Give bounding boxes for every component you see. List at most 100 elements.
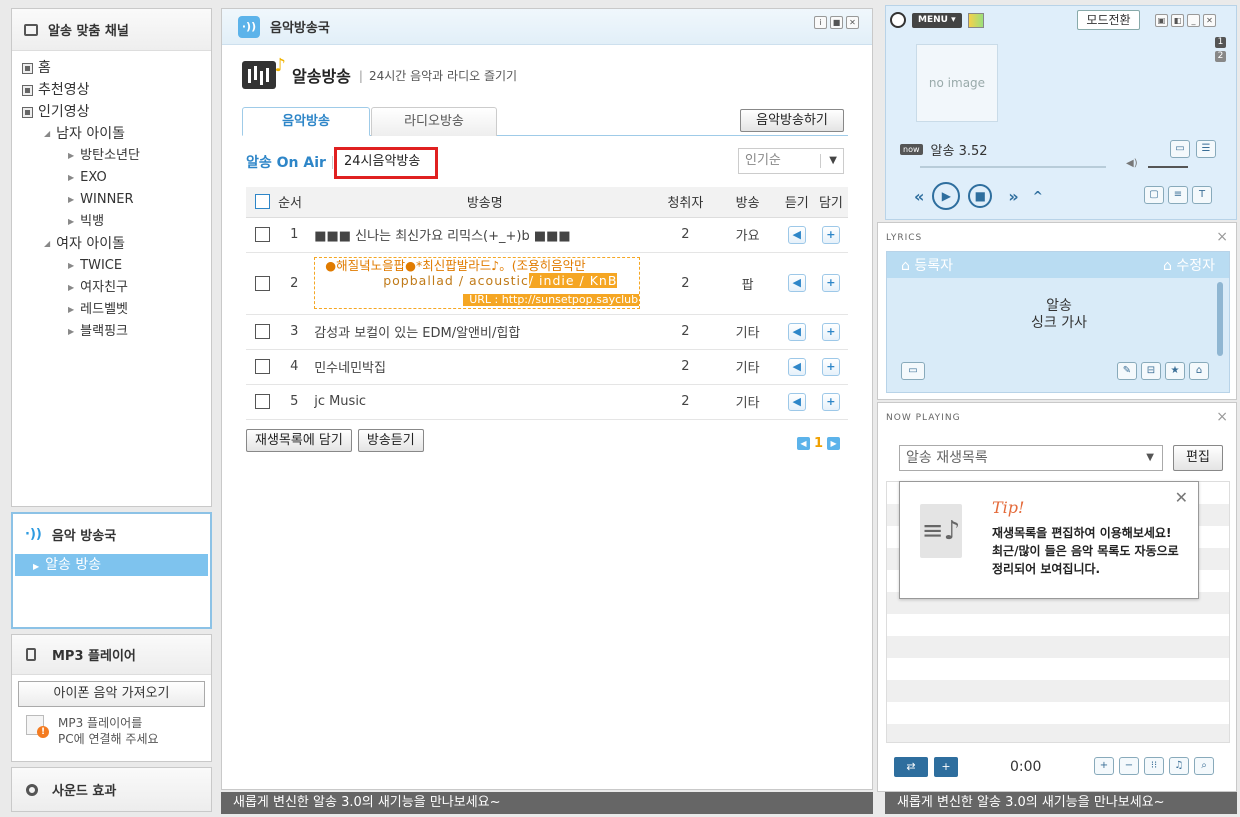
close-icon[interactable]: × xyxy=(1216,409,1228,425)
stop-icon[interactable]: ■ xyxy=(968,184,993,208)
row-checkbox[interactable] xyxy=(254,275,270,291)
tree-item-twice[interactable]: ▶ TWICE xyxy=(22,255,211,277)
speaker-icon[interactable]: ◀ xyxy=(787,322,806,341)
tree-item-bts[interactable]: ▶ 방탄소년단 xyxy=(22,145,211,167)
plus-icon[interactable]: + xyxy=(821,357,840,376)
onair-channel[interactable]: 24시음악방송 xyxy=(334,147,438,179)
center-footer-banner[interactable]: 새롭게 변신한 알송 3.0의 새기능을 만나보세요~ xyxy=(221,792,873,814)
tree-item-redvelvet[interactable]: ▶ 레드벨벳 xyxy=(22,299,211,321)
tree-label: EXO xyxy=(80,170,107,185)
play-icon[interactable]: ▶ xyxy=(932,182,961,210)
tree-item-exo[interactable]: ▶ EXO xyxy=(22,167,211,189)
sort-icon[interactable]: ♫ xyxy=(1169,757,1189,775)
add-to-playlist-button[interactable]: 재생목록에 담기 xyxy=(246,429,352,452)
row-name[interactable]: 감성과 보컬이 있는 EDM/알앤비/힙합 xyxy=(314,314,656,350)
text-icon[interactable]: T xyxy=(1192,186,1212,204)
window-title: 음악방송국 xyxy=(270,21,330,36)
user-icon[interactable]: ⌂ xyxy=(1189,362,1209,380)
lyrics-scrollbar[interactable] xyxy=(1217,282,1223,356)
star-icon[interactable]: ★ xyxy=(1165,362,1185,380)
speaker-icon[interactable]: ◀ xyxy=(787,274,806,292)
row-name[interactable]: 민수네민박집 xyxy=(314,349,656,385)
prev-page-icon[interactable]: ◀ xyxy=(797,437,810,450)
page-title-row: 알송방송 | 24시간 음악과 라디오 즐기기 xyxy=(242,55,517,89)
add-folder-icon[interactable]: + xyxy=(934,757,958,777)
layout-icon[interactable]: ◧ xyxy=(1171,14,1184,27)
info-icon[interactable]: i xyxy=(814,16,827,29)
volume-slider[interactable] xyxy=(1148,166,1188,168)
close-icon[interactable]: × xyxy=(1216,229,1228,245)
speaker-icon[interactable]: ◀ xyxy=(787,392,806,411)
row-checkbox[interactable] xyxy=(254,227,270,242)
speaker-icon[interactable]: ◀ xyxy=(787,357,806,376)
lyrics-window-icon[interactable]: ▭ xyxy=(901,362,925,380)
minimize-icon[interactable]: _ xyxy=(1187,14,1200,27)
next-page-icon[interactable]: ▶ xyxy=(827,437,841,450)
mini-mode-icon[interactable]: ▣ xyxy=(1155,14,1168,27)
search-icon[interactable]: ⌕ xyxy=(1194,757,1214,775)
mode-switch-button[interactable]: 모드전환 xyxy=(1077,10,1140,30)
current-page[interactable]: 1 xyxy=(814,436,823,451)
row-name-promo[interactable]: ●해질녘노을팝●*최신팝발라드♪。(조용히음악만 popballad / aco… xyxy=(314,252,656,315)
usb-transfer-icon[interactable]: ⇄ xyxy=(894,757,928,777)
prev-icon[interactable]: « xyxy=(914,187,924,206)
seek-bar[interactable] xyxy=(920,166,1106,168)
promo-banner[interactable]: ●해질녘노을팝●*최신팝발라드♪。(조용히음악만 popballad / aco… xyxy=(314,257,641,309)
grid-icon[interactable]: ⁝⁝ xyxy=(1144,757,1164,775)
select-all-checkbox[interactable] xyxy=(254,194,270,210)
tab-radio-broadcast[interactable]: 라디오방송 xyxy=(371,107,497,136)
radio-item-alsong[interactable]: ▶ 알송 방송 xyxy=(15,554,208,576)
close-icon[interactable]: ✕ xyxy=(1175,488,1188,507)
arrow-icon: ▶ xyxy=(68,305,75,314)
radio-header[interactable]: ·)) 음악 방송국 xyxy=(13,514,210,554)
chevron-down-icon: ▼ xyxy=(829,155,837,166)
speaker-icon[interactable]: ◀ xyxy=(787,225,806,244)
tree-item-blackpink[interactable]: ▶ 블랙핑크 xyxy=(22,321,211,343)
edit-icon[interactable]: ✎ xyxy=(1117,362,1137,380)
tree-item-winner[interactable]: ▶ WINNER xyxy=(22,189,211,211)
list-icon[interactable]: ≡ xyxy=(1168,186,1188,204)
tv-icon[interactable]: ▢ xyxy=(1144,186,1164,204)
minimize-icon[interactable]: ■ xyxy=(830,16,843,29)
tree-item-popular[interactable]: 인기영상 xyxy=(22,101,211,123)
eject-icon[interactable]: ^ xyxy=(1033,189,1043,203)
start-broadcast-button[interactable]: 음악방송하기 xyxy=(740,109,844,132)
skin-icon[interactable] xyxy=(967,12,984,28)
row-name[interactable]: jc Music xyxy=(314,384,656,420)
sort-select[interactable]: 인기순 ▼ xyxy=(738,148,844,174)
tab-music-broadcast[interactable]: 음악방송 xyxy=(242,107,370,136)
tree-item-bigbang[interactable]: ▶ 빅뱅 xyxy=(22,211,211,233)
plus-icon[interactable]: + xyxy=(821,322,840,341)
row-checkbox[interactable] xyxy=(254,394,270,409)
now-playing-panel: NOW PLAYING × 알송 재생목록 ▼ 편집 ≡♪ Tip! 재생목록을… xyxy=(877,402,1237,792)
next-icon[interactable]: » xyxy=(1008,187,1018,206)
row-name[interactable]: ■■■ 신나는 최신가요 리믹스(+_+)b ■■■ xyxy=(314,217,656,253)
listen-broadcast-button[interactable]: 방송듣기 xyxy=(357,429,424,452)
tree-item-recommended[interactable]: 추천영상 xyxy=(22,79,211,101)
equalizer-icon[interactable]: ▭ xyxy=(1170,140,1190,158)
plus-icon[interactable]: + xyxy=(1094,757,1114,775)
row-checkbox[interactable] xyxy=(254,324,270,339)
save-icon[interactable]: ⊟ xyxy=(1141,362,1161,380)
page-1-indicator[interactable]: 1 xyxy=(1215,37,1226,48)
menu-button[interactable]: MENU ▾ xyxy=(912,12,962,28)
plus-icon[interactable]: + xyxy=(821,274,840,292)
tree-item-male-idols[interactable]: ◢ 남자 아이돌 xyxy=(22,123,211,145)
close-icon[interactable]: ✕ xyxy=(1203,14,1216,27)
row-checkbox[interactable] xyxy=(254,359,270,374)
list-icon[interactable]: ☰ xyxy=(1196,140,1216,158)
edit-playlist-button[interactable]: 편집 xyxy=(1173,445,1223,471)
mp3-header[interactable]: MP3 플레이어 xyxy=(12,635,211,675)
right-footer-banner[interactable]: 새롭게 변신한 알송 3.0의 새기능을 만나보세요~ xyxy=(885,792,1237,814)
iphone-import-button[interactable]: 아이폰 음악 가져오기 xyxy=(18,681,205,707)
page-2-indicator[interactable]: 2 xyxy=(1215,51,1226,62)
plus-icon[interactable]: + xyxy=(821,225,840,244)
playlist-select[interactable]: 알송 재생목록 ▼ xyxy=(899,445,1163,471)
plus-icon[interactable]: + xyxy=(821,392,840,411)
close-icon[interactable]: ✕ xyxy=(846,16,859,29)
minus-icon[interactable]: − xyxy=(1119,757,1139,775)
tree-item-home[interactable]: 홈 xyxy=(22,57,211,79)
tree-item-female-idols[interactable]: ◢ 여자 아이돌 xyxy=(22,233,211,255)
tree-item-gfriend[interactable]: ▶ 여자친구 xyxy=(22,277,211,299)
sound-effect-panel[interactable]: 사운드 효과 xyxy=(11,767,212,812)
